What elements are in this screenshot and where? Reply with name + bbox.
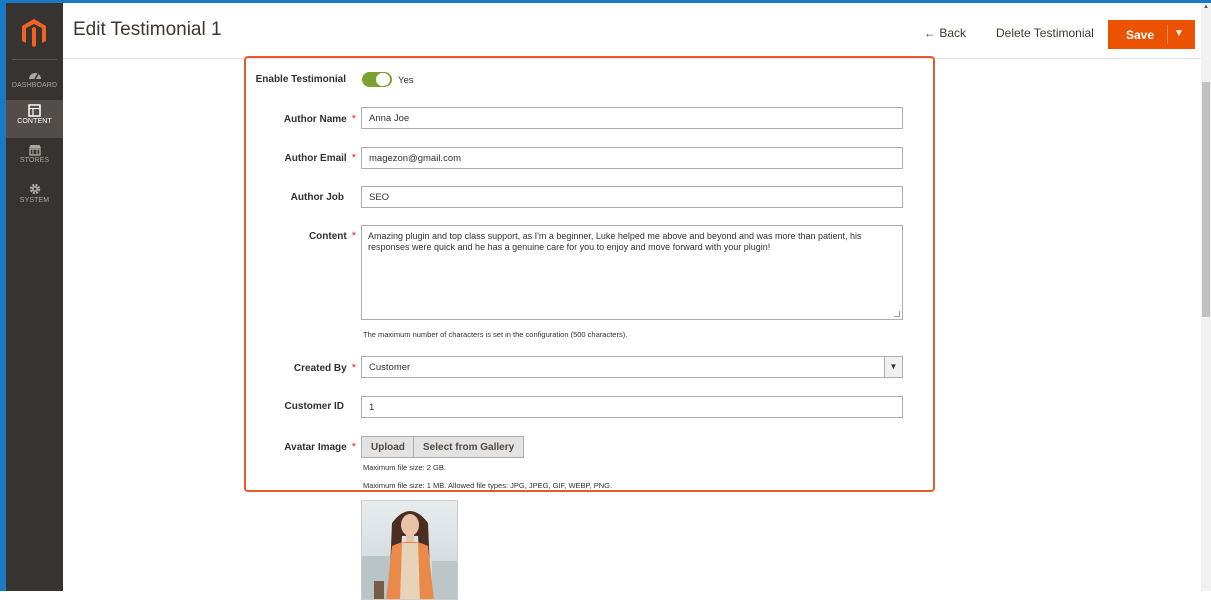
select-from-gallery-button[interactable]: Select from Gallery: [413, 436, 525, 458]
author-name-label: Author Name *: [230, 113, 356, 125]
avatar-image-label: Avatar Image *: [230, 441, 356, 453]
author-email-label-text: Author Email: [284, 153, 347, 164]
sidebar-item-content[interactable]: CONTENT: [6, 100, 63, 138]
author-job-input[interactable]: SEO: [361, 186, 903, 208]
sidebar-item-label: CONTENT: [17, 118, 52, 125]
select-chevron-down-icon[interactable]: ▼: [884, 357, 902, 377]
save-split-divider: [1167, 25, 1168, 44]
sidebar-item-label: STORES: [19, 157, 50, 164]
content-label: Content *: [230, 230, 356, 242]
upload-button[interactable]: Upload: [361, 436, 415, 458]
customer-id-label: Customer ID: [284, 401, 344, 412]
sidebar-item-stores[interactable]: STORES: [6, 140, 63, 178]
content-textarea[interactable]: Amazing plugin and top class support, as…: [361, 225, 903, 320]
content-label-text: Content: [308, 231, 347, 242]
customer-id-input[interactable]: 1: [361, 396, 903, 418]
avatar-photo-icon: [362, 501, 457, 599]
created-by-label-text: Created By: [293, 363, 347, 374]
required-marker: *: [351, 113, 356, 125]
sidebar-item-label: SYSTEM: [19, 197, 50, 204]
author-name-label-text: Author Name: [283, 114, 347, 125]
author-name-input[interactable]: Anna Joe: [361, 107, 903, 129]
page-header: Edit Testimonial 1 ← Back Delete Testimo…: [63, 3, 1201, 59]
created-by-select[interactable]: Customer ▼: [361, 356, 903, 378]
avatar-max-size-note: Maximum file size: 2 GB.: [363, 463, 446, 472]
sidebar-divider: [12, 59, 57, 60]
content-note: The maximum number of characters is set …: [363, 330, 628, 339]
toggle-knob: [376, 73, 390, 86]
author-email-input[interactable]: magezon@gmail.com: [361, 147, 903, 169]
magento-logo-icon[interactable]: [16, 15, 52, 51]
page-title: Edit Testimonial 1: [73, 19, 222, 40]
dashboard-icon: [28, 73, 41, 80]
save-options-chevron-down-icon[interactable]: ▼: [1174, 28, 1184, 39]
avatar-file-types-note: Maximum file size: 1 MB. Allowed file ty…: [363, 481, 613, 490]
resize-handle-icon[interactable]: [894, 311, 900, 317]
author-job-label: Author Job: [290, 192, 344, 203]
back-button[interactable]: ← Back: [924, 26, 966, 40]
sidebar-item-dashboard[interactable]: DASHBOARD: [6, 65, 63, 103]
enable-testimonial-label: Enable Testimonial: [255, 74, 346, 85]
required-marker: *: [351, 152, 356, 164]
avatar-image-label-text: Avatar Image: [284, 442, 347, 453]
scrollbar-thumb[interactable]: [1202, 82, 1210, 317]
system-icon: [29, 183, 40, 195]
created-by-value: Customer: [369, 362, 411, 373]
content-textarea-value: Amazing plugin and top class support, as…: [368, 231, 862, 252]
sidebar-item-system[interactable]: SYSTEM: [6, 178, 63, 216]
created-by-label: Created By *: [230, 362, 356, 374]
required-marker: *: [351, 441, 356, 453]
delete-testimonial-button[interactable]: Delete Testimonial: [996, 26, 1094, 40]
required-marker: *: [351, 362, 356, 374]
stores-icon: [28, 145, 41, 156]
required-marker: *: [351, 230, 356, 242]
content-icon: [28, 104, 41, 117]
sidebar-item-label: DASHBOARD: [11, 82, 58, 89]
enable-testimonial-value: Yes: [398, 75, 414, 86]
author-email-label: Author Email *: [230, 152, 356, 164]
scroll-up-arrow-icon[interactable]: ▲: [1203, 4, 1209, 10]
avatar-preview-image[interactable]: [361, 500, 458, 600]
admin-sidebar: DASHBOARD CONTENT STORES SYSTEM: [6, 3, 63, 591]
save-button[interactable]: Save: [1126, 28, 1154, 42]
save-split-button: Save ▼: [1108, 20, 1195, 49]
